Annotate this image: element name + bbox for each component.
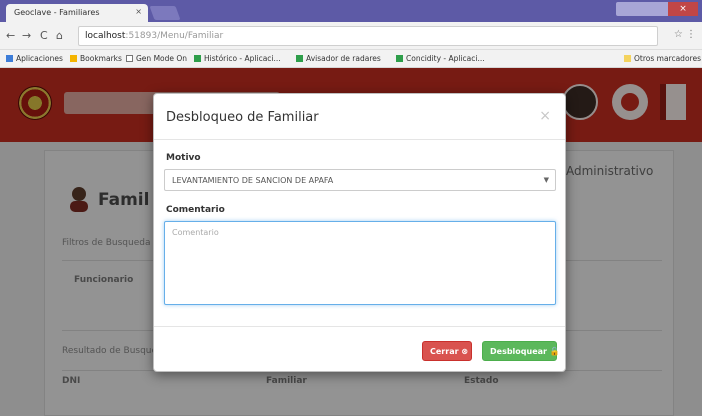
bookmark-item[interactable]: Concidity - Aplicaci...: [396, 54, 485, 63]
modal-footer-divider: [154, 326, 565, 327]
motivo-label: Motivo: [166, 153, 201, 163]
page-icon: [126, 55, 133, 62]
browser-titlebar: Geoclave - Familiares × ×: [0, 0, 702, 22]
play-icon: [396, 55, 403, 62]
back-icon[interactable]: ←: [6, 29, 15, 42]
bookmark-item[interactable]: Bookmarks: [70, 54, 122, 63]
modal-title: Desbloqueo de Familiar: [166, 110, 319, 125]
url-path: :51893/Menu/Familiar: [125, 31, 224, 41]
play-icon: [296, 55, 303, 62]
tab-title: Geoclave - Familiares: [14, 8, 100, 17]
new-tab-button[interactable]: [149, 6, 181, 20]
reload-icon[interactable]: C: [40, 29, 48, 42]
bookmark-item[interactable]: Histórico - Aplicaci...: [194, 54, 281, 63]
bookmarks-bar: Aplicaciones Bookmarks Gen Mode On Histó…: [0, 50, 702, 68]
home-icon[interactable]: ⌂: [56, 29, 63, 42]
star-icon[interactable]: ☆ ⋮: [674, 29, 696, 40]
bookmark-item[interactable]: Aplicaciones: [6, 54, 63, 63]
address-bar[interactable]: localhost:51893/Menu/Familiar: [78, 26, 658, 46]
url-host: localhost: [85, 31, 126, 41]
modal-header: Desbloqueo de Familiar ×: [154, 94, 565, 140]
unlock-family-modal: Desbloqueo de Familiar × Motivo LEVANTAM…: [153, 93, 566, 372]
close-button[interactable]: Cerrar ⊗: [422, 341, 472, 361]
comentario-label: Comentario: [166, 205, 225, 215]
window-close-icon[interactable]: ×: [668, 2, 698, 16]
comentario-textarea[interactable]: Comentario: [164, 221, 556, 305]
motivo-selected-value: LEVANTAMIENTO DE SANCION DE APAFA: [172, 176, 334, 185]
bookmark-item[interactable]: Avisador de radares: [296, 54, 381, 63]
unlock-button[interactable]: Desbloquear 🔓: [482, 341, 560, 361]
window-controls[interactable]: ×: [616, 2, 698, 16]
comentario-placeholder: Comentario: [172, 228, 219, 237]
star-icon: [70, 55, 77, 62]
browser-toolbar: ← → C ⌂ localhost:51893/Menu/Familiar ☆ …: [0, 22, 702, 50]
other-bookmarks[interactable]: Otros marcadores: [624, 54, 701, 63]
motivo-select[interactable]: LEVANTAMIENTO DE SANCION DE APAFA ▼: [164, 169, 556, 191]
apps-icon: [6, 55, 13, 62]
close-icon[interactable]: ×: [539, 108, 551, 124]
forward-icon[interactable]: →: [22, 29, 31, 42]
bookmark-item[interactable]: Gen Mode On: [126, 54, 187, 63]
browser-tab[interactable]: Geoclave - Familiares ×: [6, 4, 148, 22]
tab-close-icon[interactable]: ×: [135, 7, 142, 16]
chevron-down-icon: ▼: [543, 176, 549, 184]
folder-icon: [624, 55, 631, 62]
play-icon: [194, 55, 201, 62]
